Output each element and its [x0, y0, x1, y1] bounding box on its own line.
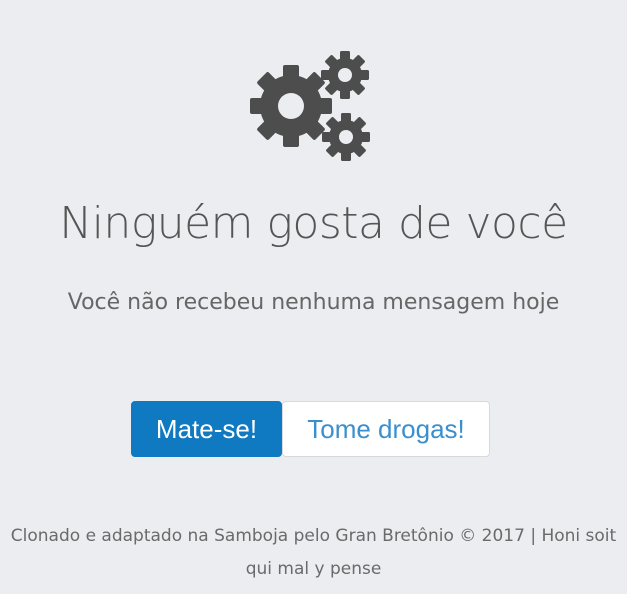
gears-icon [247, 48, 377, 164]
take-drugs-button[interactable]: Tome drogas! [282, 401, 490, 457]
kill-yourself-button[interactable]: Mate-se! [131, 401, 282, 457]
footer-line-1: Clonado e adaptado na Samboja pelo Gran … [10, 526, 617, 546]
footer: Clonado e adaptado na Samboja pelo Gran … [0, 520, 627, 586]
page-title: Ninguém gosta de você [59, 198, 568, 249]
page-subtitle: Você não recebeu nenhuma mensagem hoje [67, 290, 560, 315]
footer-line-2: qui mal y pense [245, 559, 382, 579]
